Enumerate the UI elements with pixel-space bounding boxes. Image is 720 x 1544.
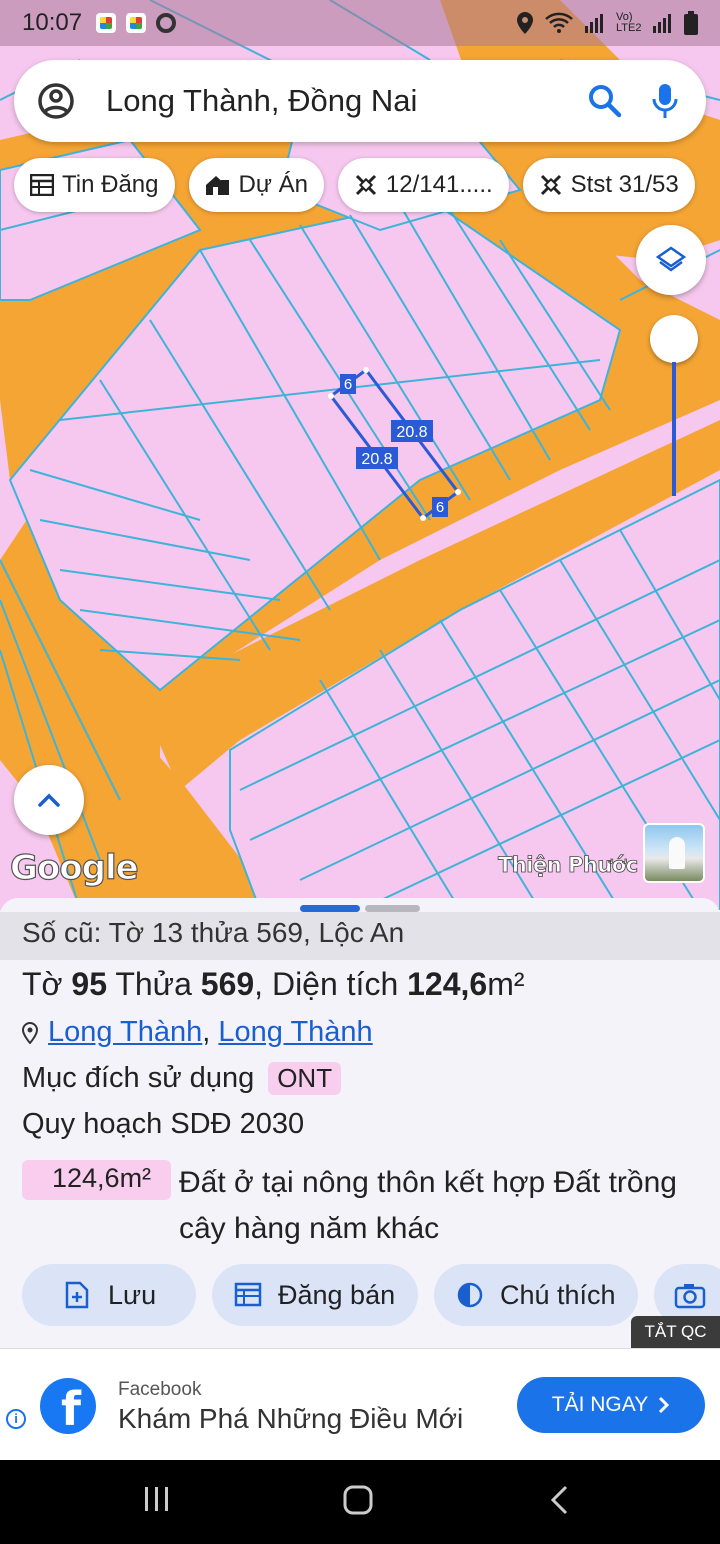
layers-button[interactable] — [636, 225, 706, 295]
wifi-icon — [545, 12, 573, 33]
side-measure-right: 20.8 — [396, 424, 427, 441]
chip-tin-dang[interactable]: Tin Đăng — [14, 158, 175, 212]
ad-cta-button[interactable]: TẢI NGAY — [517, 1377, 705, 1433]
status-time: 10:07 — [22, 9, 83, 36]
chip-label: Dự Án — [238, 171, 308, 198]
side-measure-bottom: 6 — [436, 499, 444, 516]
house-icon — [205, 176, 229, 195]
home-icon[interactable] — [342, 1484, 374, 1516]
place-thumbnail[interactable] — [643, 823, 705, 883]
facebook-logo-icon: f — [40, 1378, 96, 1434]
ad-banner[interactable]: i f Facebook Khám Phá Những Điều Mới TẢI… — [0, 1348, 720, 1460]
location-pin-icon — [22, 1021, 38, 1044]
plan-area-badge: 124,6m² — [22, 1160, 171, 1200]
post-for-sale-button[interactable]: Đăng bán — [212, 1264, 418, 1326]
location-line: Long Thành, Long Thành — [22, 1016, 373, 1049]
calendar-icon — [234, 1282, 262, 1307]
chip-du-an[interactable]: Dự Án — [188, 158, 324, 212]
camera-icon — [674, 1284, 706, 1309]
close-ad-button[interactable]: TẮT QC — [631, 1316, 720, 1348]
title-parcel-label: Thửa — [115, 966, 192, 1002]
signal-icon — [585, 14, 603, 33]
ad-info-icon[interactable]: i — [6, 1409, 26, 1429]
recent-apps-icon[interactable] — [142, 1484, 172, 1514]
location-icon — [517, 12, 533, 34]
title-sheet-number: 95 — [71, 966, 108, 1002]
chip-label: Stst 31/53 — [570, 171, 679, 198]
layers-icon — [656, 246, 686, 272]
carrier-label: Vo) LTE2 — [616, 11, 642, 34]
title-area-value: 124,6 — [407, 966, 488, 1002]
land-use-purpose: Mục đích sử dụng ONT — [22, 1062, 342, 1095]
bookmark-add-icon — [65, 1281, 89, 1309]
chip-measure-2[interactable]: Stst 31/53 — [522, 158, 695, 212]
search-input[interactable]: Long Thành, Đồng Nai — [106, 83, 588, 119]
contrast-icon — [457, 1282, 483, 1308]
title-sheet-label: Tờ — [22, 966, 63, 1002]
opacity-slider-handle[interactable] — [650, 315, 698, 363]
legend-button[interactable]: Chú thích — [434, 1264, 638, 1326]
table-icon — [30, 174, 54, 196]
microphone-icon[interactable] — [652, 83, 678, 119]
place-label[interactable]: Thiện Phước — [498, 853, 639, 878]
land-type-description: Đất ở tại nông thôn kết hợp Đất trồng câ… — [179, 1166, 677, 1245]
search-icon[interactable] — [588, 84, 622, 118]
ruler-icon — [355, 174, 376, 196]
chevron-right-icon — [659, 1396, 670, 1414]
signal-icon — [653, 14, 671, 33]
ward-link[interactable]: Long Thành — [48, 1016, 202, 1048]
plan-label: Quy hoạch SDĐ 2030 — [22, 1108, 305, 1140]
chip-label: Tin Đăng — [62, 171, 159, 198]
district-link[interactable]: Long Thành — [218, 1016, 372, 1048]
map-view[interactable]: 6 6 20.8 20.8 10:07 Vo) LTE2 Long Thành, — [0, 0, 720, 910]
title-parcel-number: 569 — [200, 966, 255, 1002]
sheet-handle[interactable] — [300, 905, 360, 912]
side-measure-left: 20.8 — [361, 451, 392, 468]
ruler-icon — [540, 174, 561, 196]
battery-icon — [684, 11, 698, 35]
location-separator: , — [202, 1016, 211, 1048]
chrome-icon — [156, 13, 177, 33]
parcel-details-sheet: Số cũ: Tờ 13 thửa 569, Lộc An Tờ 95 Thửa… — [0, 898, 720, 1348]
action-buttons: Lưu Đăng bán Chú thích — [22, 1264, 720, 1326]
side-measure-top: 6 — [344, 376, 352, 393]
chip-label: 12/141..... — [385, 171, 493, 198]
ad-message: Khám Phá Những Điều Mới — [118, 1403, 464, 1434]
opacity-slider-track[interactable] — [672, 362, 676, 496]
google-logo: Google — [9, 847, 139, 888]
filter-chips: Tin Đăng Dự Án 12/141..... Stst 31/53 — [14, 158, 695, 212]
app-notification-icon — [126, 13, 147, 33]
action-label: Lưu — [108, 1279, 157, 1310]
title-area-label: Diện tích — [271, 966, 399, 1002]
search-bar[interactable]: Long Thành, Đồng Nai — [14, 60, 706, 142]
expand-button[interactable] — [14, 765, 84, 835]
parcel-title: Tờ 95 Thửa 569, Diện tích 124,6m² — [22, 966, 525, 1002]
chevron-up-icon — [38, 793, 60, 807]
ad-source: Facebook — [118, 1379, 202, 1400]
title-area-unit: m² — [487, 966, 525, 1002]
purpose-label: Mục đích sử dụng — [22, 1062, 255, 1094]
action-label: Chú thích — [500, 1279, 616, 1310]
old-reference: Số cũ: Tờ 13 thửa 569, Lộc An — [0, 912, 720, 960]
ad-cta-label: TẢI NGAY — [551, 1393, 649, 1416]
system-nav-bar — [0, 1460, 720, 1544]
action-label: Đăng bán — [278, 1279, 396, 1310]
status-bar: 10:07 Vo) LTE2 — [0, 0, 720, 46]
account-icon[interactable] — [36, 81, 76, 121]
sheet-handle[interactable] — [365, 905, 420, 912]
back-icon[interactable] — [548, 1484, 572, 1516]
chip-measure-1[interactable]: 12/141..... — [337, 158, 509, 212]
purpose-code-badge[interactable]: ONT — [268, 1062, 342, 1095]
save-button[interactable]: Lưu — [22, 1264, 196, 1326]
app-notification-icon — [96, 13, 117, 33]
